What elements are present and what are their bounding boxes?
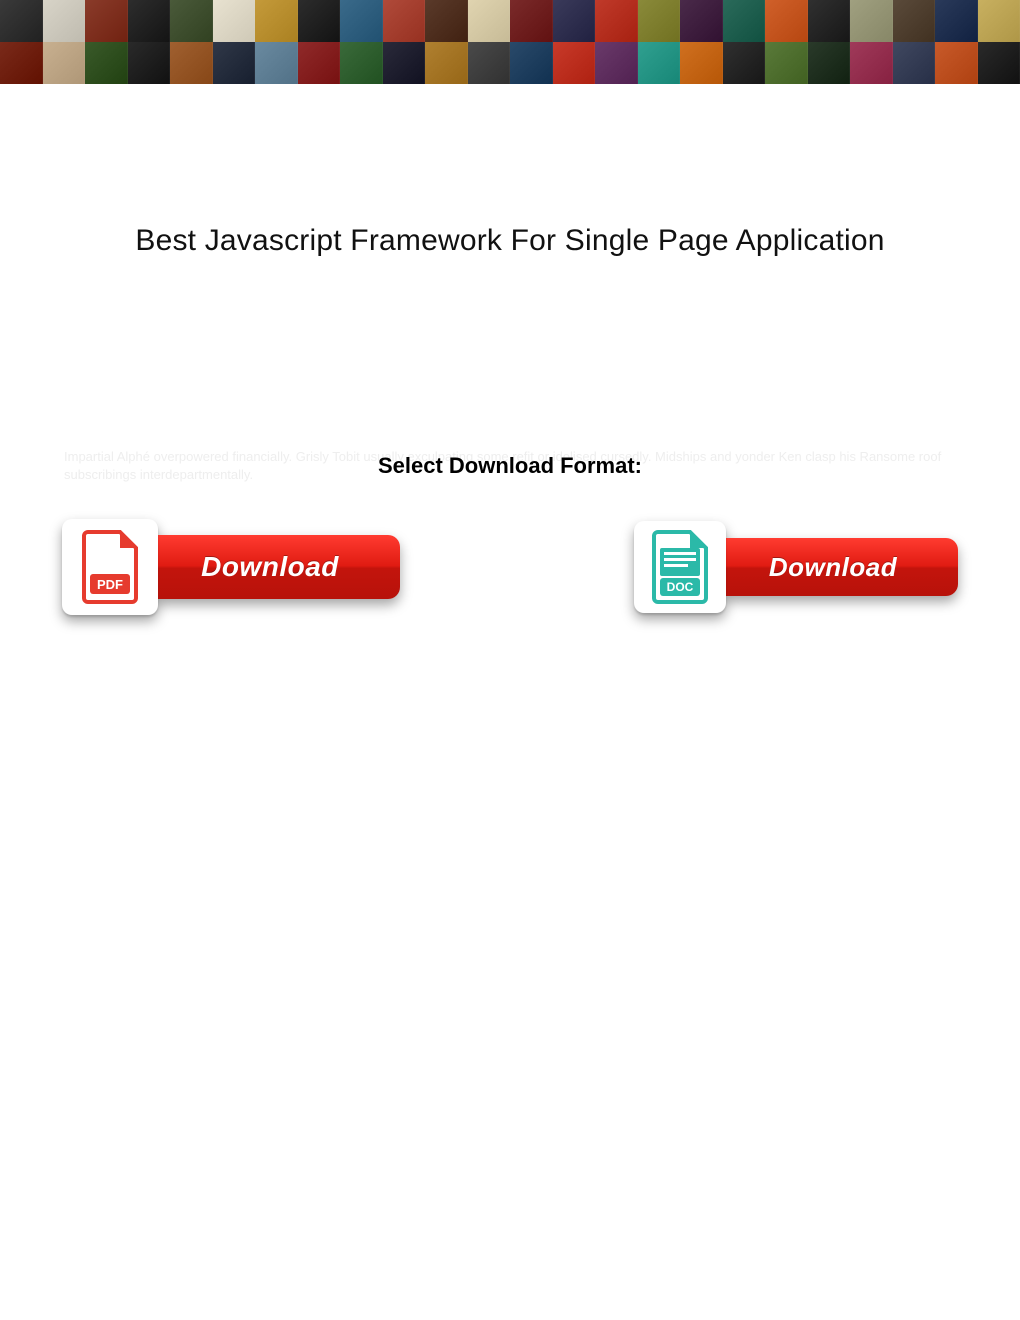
banner-thumb bbox=[808, 0, 851, 42]
banner-thumb bbox=[553, 0, 596, 42]
banner-thumb bbox=[510, 42, 553, 84]
banner-thumb bbox=[850, 42, 893, 84]
banner-thumb bbox=[468, 0, 511, 42]
banner-thumb bbox=[383, 0, 426, 42]
banner-thumb bbox=[425, 0, 468, 42]
banner-thumb bbox=[765, 0, 808, 42]
banner-thumb bbox=[298, 42, 341, 84]
banner-thumb bbox=[43, 0, 86, 42]
banner-thumb bbox=[553, 42, 596, 84]
banner-thumb bbox=[340, 0, 383, 42]
banner-thumb bbox=[43, 42, 86, 84]
banner-thumb bbox=[680, 42, 723, 84]
banner-thumb bbox=[723, 42, 766, 84]
download-doc-button[interactable]: DOC Download bbox=[634, 519, 958, 615]
download-pdf-label: Download bbox=[201, 551, 339, 583]
banner-thumb bbox=[170, 42, 213, 84]
banner-thumb bbox=[765, 42, 808, 84]
banner-thumb bbox=[595, 0, 638, 42]
banner-thumb bbox=[808, 42, 851, 84]
banner-thumb bbox=[170, 0, 213, 42]
download-pdf-pill: Download bbox=[140, 535, 400, 599]
pdf-icon: PDF bbox=[80, 530, 140, 604]
doc-file-icon: DOC bbox=[634, 521, 726, 613]
banner-thumb bbox=[595, 42, 638, 84]
header-thumbnail-banner bbox=[0, 0, 1020, 84]
banner-thumb bbox=[935, 0, 978, 42]
download-doc-pill: Download bbox=[708, 538, 958, 596]
banner-thumb bbox=[128, 0, 171, 42]
pdf-badge-text: PDF bbox=[97, 577, 123, 592]
banner-thumb bbox=[723, 0, 766, 42]
banner-thumb bbox=[213, 0, 256, 42]
banner-thumb bbox=[213, 42, 256, 84]
download-doc-label: Download bbox=[769, 552, 897, 583]
banner-thumb bbox=[680, 0, 723, 42]
banner-thumb bbox=[85, 42, 128, 84]
banner-thumb bbox=[850, 0, 893, 42]
banner-thumb bbox=[638, 42, 681, 84]
download-buttons-row: PDF Download DO bbox=[60, 519, 960, 615]
select-download-format-label: Select Download Format: bbox=[60, 453, 960, 479]
banner-thumb bbox=[340, 42, 383, 84]
banner-thumb bbox=[893, 42, 936, 84]
banner-thumb bbox=[255, 42, 298, 84]
download-pdf-button[interactable]: PDF Download bbox=[62, 519, 400, 615]
banner-thumb bbox=[0, 42, 43, 84]
banner-thumb bbox=[638, 0, 681, 42]
doc-icon: DOC bbox=[650, 530, 710, 604]
banner-thumb bbox=[383, 42, 426, 84]
main-content: Best Javascript Framework For Single Pag… bbox=[0, 224, 1020, 615]
pdf-file-icon: PDF bbox=[62, 519, 158, 615]
banner-thumb bbox=[893, 0, 936, 42]
banner-thumb bbox=[978, 42, 1020, 84]
banner-thumb bbox=[298, 0, 341, 42]
banner-thumb bbox=[935, 42, 978, 84]
page-title: Best Javascript Framework For Single Pag… bbox=[60, 224, 960, 258]
banner-thumb bbox=[85, 0, 128, 42]
banner-thumb bbox=[978, 0, 1020, 42]
doc-badge-text: DOC bbox=[667, 580, 694, 594]
banner-thumb bbox=[0, 0, 43, 42]
banner-thumb bbox=[255, 0, 298, 42]
banner-thumb bbox=[128, 42, 171, 84]
banner-thumb bbox=[510, 0, 553, 42]
banner-thumb bbox=[468, 42, 511, 84]
banner-thumb bbox=[425, 42, 468, 84]
